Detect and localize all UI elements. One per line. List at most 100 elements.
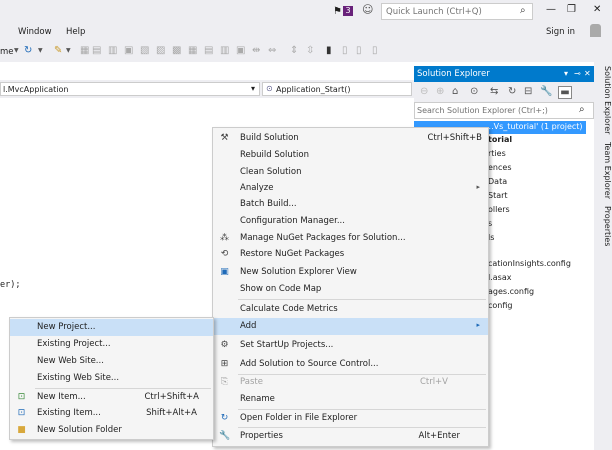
sync-icon[interactable]: ⇆: [490, 86, 498, 97]
tab-solution-explorer[interactable]: Solution Explorer: [594, 66, 612, 134]
back-icon[interactable]: ⊖: [420, 86, 428, 97]
tree-item[interactable]: config: [488, 301, 512, 314]
menu-build-solution[interactable]: ⚒ Build Solution Ctrl+Shift+B: [213, 130, 488, 147]
refresh-icon[interactable]: ↻: [24, 45, 32, 56]
notifications[interactable]: ⚑ 3: [333, 6, 353, 18]
menu-add-to-source-control[interactable]: ⊞ Add Solution to Source Control...: [213, 356, 488, 373]
close-icon[interactable]: ✕: [593, 4, 601, 15]
menu-open-folder[interactable]: ↻ Open Folder in File Explorer: [213, 410, 488, 427]
tab-team-explorer[interactable]: Team Explorer: [594, 142, 612, 199]
tree-item[interactable]: ences: [488, 163, 511, 176]
menu-rebuild-solution[interactable]: Rebuild Solution: [213, 147, 488, 164]
menu-calculate-code-metrics[interactable]: Calculate Code Metrics: [213, 301, 488, 318]
menu-new-solution-explorer-view[interactable]: ▣ New Solution Explorer View: [213, 264, 488, 281]
menu-configuration-manager[interactable]: Configuration Manager...: [213, 213, 488, 230]
align-icon[interactable]: ▧: [140, 45, 149, 56]
toolbar-config-dropdown[interactable]: me: [0, 47, 14, 57]
menu-clean-solution[interactable]: Clean Solution: [213, 164, 488, 181]
spacing-icon[interactable]: ⇔: [268, 45, 276, 56]
member-dropdown-value: Application_Start(): [276, 85, 351, 94]
minimize-icon[interactable]: —: [546, 4, 556, 15]
tree-item[interactable]: rties: [488, 149, 506, 162]
layout-icon[interactable]: ▩: [172, 45, 181, 56]
layout-icon[interactable]: ▥: [220, 45, 229, 56]
solution-explorer-search-input[interactable]: Search Solution Explorer (Ctrl+;): [417, 106, 548, 115]
forward-icon[interactable]: ⊕: [436, 86, 444, 97]
flag-icon: ⚑: [333, 6, 342, 17]
wrench-icon[interactable]: 🔧: [540, 86, 552, 97]
history-icon[interactable]: ⊙: [470, 86, 478, 97]
solution-explorer-search[interactable]: Search Solution Explorer (Ctrl+;) ⌕: [414, 102, 594, 119]
bookmark-icon[interactable]: ▯: [372, 45, 378, 56]
new-item-icon: ⊡: [17, 392, 26, 402]
quick-launch-input[interactable]: [386, 5, 514, 18]
menu-show-on-code-map[interactable]: Show on Code Map: [213, 281, 488, 298]
menu-properties[interactable]: 🔧 Properties Alt+Enter: [213, 428, 488, 445]
find-icon[interactable]: ✎: [54, 45, 62, 56]
solution-explorer-title-text: Solution Explorer: [417, 69, 490, 79]
layout-icon[interactable]: ▤: [204, 45, 213, 56]
menu-separator: [238, 299, 486, 300]
menu-manage-nuget[interactable]: ⁂ Manage NuGet Packages for Solution...: [213, 230, 488, 247]
tab-properties[interactable]: Properties: [594, 206, 612, 246]
tree-item[interactable]: cationInsights.config: [488, 259, 571, 272]
sign-in-link[interactable]: Sign in: [546, 27, 575, 37]
menu-batch-build[interactable]: Batch Build...: [213, 196, 488, 213]
tree-item[interactable]: torial: [488, 135, 512, 148]
tree-item[interactable]: ollers: [488, 205, 510, 218]
menu-set-startup-projects[interactable]: ⚙ Set StartUp Projects...: [213, 337, 488, 354]
preview-icon[interactable]: ▬: [558, 86, 572, 99]
menu-existing-project[interactable]: Existing Project...: [10, 336, 213, 353]
tree-item[interactable]: l.asax: [488, 273, 511, 286]
align-icon[interactable]: ▥: [108, 45, 117, 56]
collapse-icon[interactable]: ⊟: [524, 86, 532, 97]
menu-existing-item[interactable]: ⊡ Existing Item... Shift+Alt+A: [10, 405, 213, 422]
spacing-icon[interactable]: ⇕: [290, 45, 298, 56]
chevron-down-icon: ▼: [66, 47, 71, 54]
menu-new-item[interactable]: ⊡ New Item... Ctrl+Shift+A: [10, 389, 213, 406]
spacing-icon[interactable]: ⇹: [252, 45, 260, 56]
menu-new-solution-folder[interactable]: ■ New Solution Folder: [10, 422, 213, 439]
menu-add[interactable]: Add ▸: [213, 318, 488, 335]
member-dropdown[interactable]: ⊙ Application_Start(): [262, 82, 412, 96]
refresh-icon[interactable]: ↻: [508, 86, 516, 97]
menu-rename[interactable]: Rename: [213, 391, 488, 408]
feedback-icon[interactable]: ☺: [362, 3, 373, 16]
close-icon[interactable]: ✕: [584, 69, 591, 78]
chevron-down-icon[interactable]: ▾: [564, 69, 568, 78]
menu-new-web-site[interactable]: New Web Site...: [10, 353, 213, 370]
add-submenu: New Project... Existing Project... New W…: [9, 317, 214, 440]
search-icon: ⌕: [520, 5, 526, 16]
menu-help[interactable]: Help: [66, 27, 85, 37]
menu-new-project[interactable]: New Project...: [10, 319, 213, 336]
chevron-down-icon: ▼: [14, 47, 19, 54]
type-dropdown[interactable]: l.MvcApplication ▾: [0, 82, 260, 96]
menu-paste[interactable]: ⎘ Paste Ctrl+V: [213, 374, 488, 391]
menu-existing-web-site[interactable]: Existing Web Site...: [10, 370, 213, 387]
pin-icon[interactable]: ⊸: [574, 69, 581, 78]
quick-launch[interactable]: ⌕: [381, 3, 533, 20]
user-icon[interactable]: [590, 24, 601, 37]
nuget-icon: ⁂: [220, 233, 229, 243]
restore-icon[interactable]: ❐: [567, 4, 576, 15]
align-icon[interactable]: ▣: [124, 45, 133, 56]
existing-item-icon: ⊡: [17, 408, 26, 418]
menu-window[interactable]: Window: [18, 27, 52, 37]
bookmark-icon[interactable]: ▯: [356, 45, 362, 56]
tree-item[interactable]: Start: [488, 191, 508, 204]
home-icon[interactable]: ⌂: [452, 86, 458, 97]
bookmark-icon[interactable]: ▮: [326, 45, 332, 56]
layout-icon[interactable]: ▦: [188, 45, 197, 56]
tree-item[interactable]: Data: [488, 177, 507, 190]
bookmark-icon[interactable]: ▯: [342, 45, 348, 56]
align-icon[interactable]: ▨: [156, 45, 165, 56]
format-icon[interactable]: ▦: [80, 45, 89, 56]
menu-analyze[interactable]: Analyze ▸: [213, 180, 488, 197]
layout-icon[interactable]: ▣: [236, 45, 245, 56]
search-icon: ⌕: [579, 104, 585, 115]
grid-icon[interactable]: ▤: [92, 45, 101, 56]
spacing-icon[interactable]: ⇳: [306, 45, 314, 56]
method-icon: ⊙: [266, 84, 273, 93]
tree-item[interactable]: ages.config: [488, 287, 534, 300]
menu-restore-nuget[interactable]: ⟲ Restore NuGet Packages: [213, 246, 488, 263]
